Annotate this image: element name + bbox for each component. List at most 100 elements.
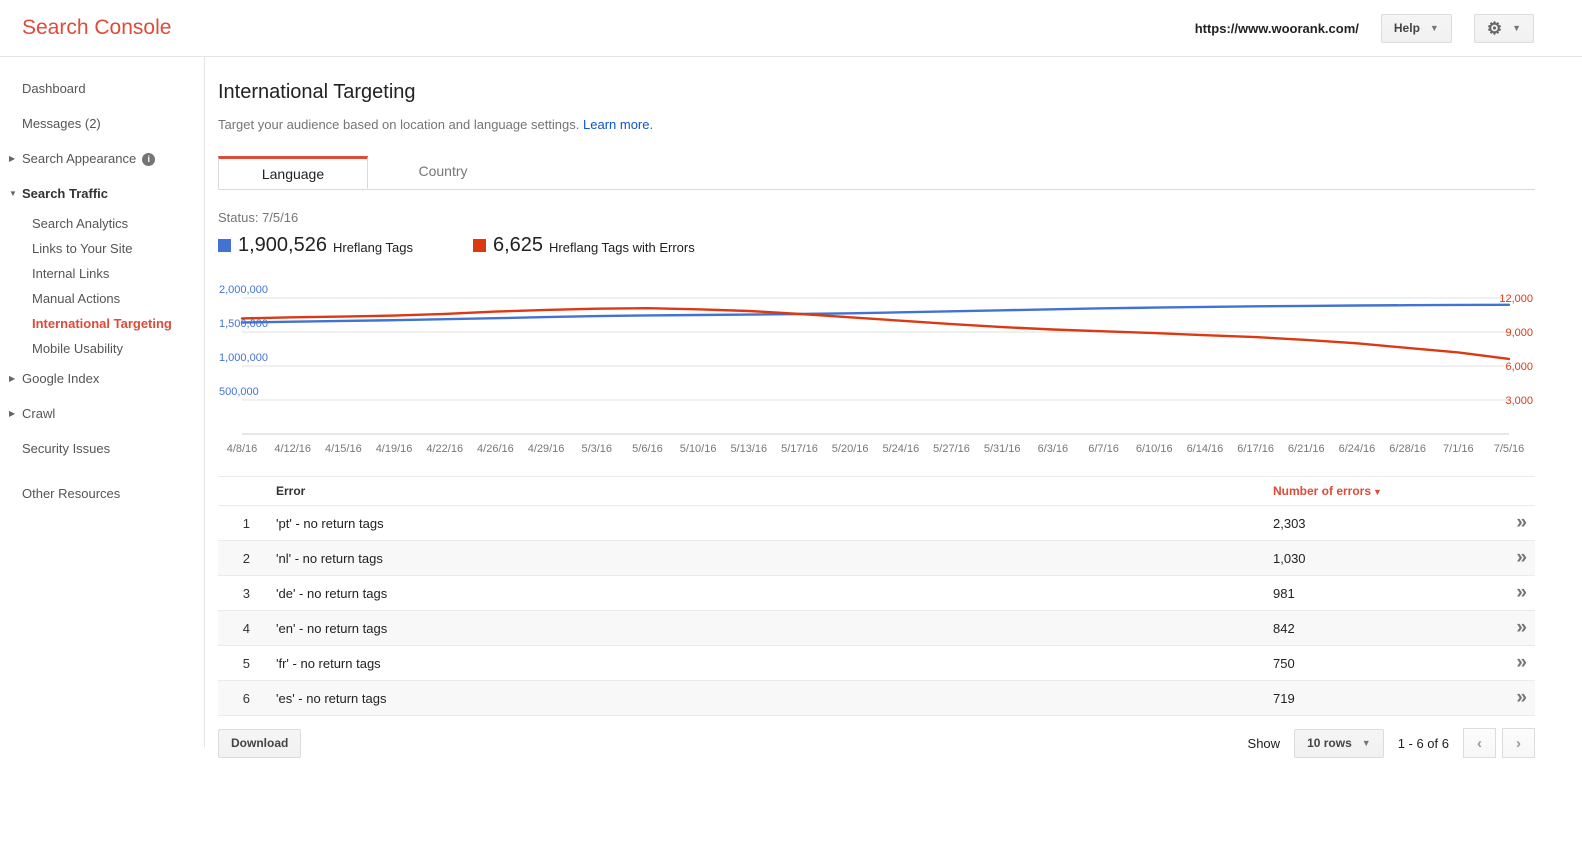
sidebar-item-internal-links[interactable]: Internal Links	[0, 261, 204, 286]
row-detail-chevron-icon[interactable]: »	[1516, 617, 1526, 638]
sidebar-item-label: International Targeting	[32, 316, 172, 331]
legend-label: Hreflang Tags	[332, 240, 413, 255]
sidebar-item-label: Google Index	[22, 371, 100, 386]
table-header-row: Error Number of errors ▼	[218, 476, 1535, 506]
x-axis-tick-label: 6/21/16	[1288, 443, 1325, 455]
sidebar-item-label: Dashboard	[22, 81, 86, 96]
row-error-count: 981	[1273, 585, 1295, 601]
x-axis-tick-label: 6/7/16	[1088, 443, 1119, 455]
pager: ‹ ›	[1463, 728, 1535, 758]
sidebar-item-mobile-usability[interactable]: Mobile Usability	[0, 336, 204, 361]
legend-value: 1,900,526	[238, 234, 327, 256]
sidebar-item-dashboard[interactable]: Dashboard	[0, 71, 204, 106]
row-error-count: 2,303	[1273, 515, 1306, 531]
row-error-label: 'nl' - no return tags	[276, 550, 383, 566]
app-logo[interactable]: Search Console	[22, 16, 171, 40]
next-page-button[interactable]: ›	[1502, 728, 1535, 758]
settings-button[interactable]: ⚙ ▼	[1473, 13, 1534, 43]
x-axis-tick-label: 5/3/16	[581, 443, 612, 455]
right-axis-tick-label: 3,000	[1505, 395, 1533, 407]
right-axis-tick-label: 9,000	[1505, 327, 1533, 339]
sidebar-item-label: Links to Your Site	[32, 241, 133, 256]
row-index: 4	[242, 620, 250, 636]
show-label: Show	[1247, 735, 1281, 751]
sidebar-item-other-resources[interactable]: Other Resources	[0, 476, 204, 511]
tab-country[interactable]: Country	[368, 156, 518, 189]
legend-label: Hreflang Tags with Errors	[549, 240, 695, 255]
tab-bar: Language Country	[218, 156, 1535, 190]
page-subtitle-text: Target your audience based on location a…	[218, 117, 580, 132]
sidebar-item-international-targeting[interactable]: International Targeting	[0, 311, 204, 336]
row-detail-chevron-icon[interactable]: »	[1516, 652, 1526, 673]
table-footer: Download Show 10 rows ▼ 1 - 6 of 6 ‹ ›	[218, 728, 1535, 758]
chevron-collapsed-icon[interactable]: ▶	[9, 409, 15, 418]
x-axis-tick-label: 6/24/16	[1339, 443, 1376, 455]
sidebar-item-label: Crawl	[22, 406, 56, 421]
sidebar-item-label: Manual Actions	[32, 291, 121, 306]
x-axis-tick-label: 4/22/16	[426, 443, 463, 455]
row-error-label: 'es' - no return tags	[276, 690, 387, 706]
row-detail-chevron-icon[interactable]: »	[1516, 582, 1526, 603]
sidebar-item-search-appearance[interactable]: ▶ Search Appearance i	[0, 141, 204, 176]
chevron-collapsed-icon[interactable]: ▶	[9, 154, 15, 163]
sidebar-item-security-issues[interactable]: Security Issues	[0, 431, 204, 466]
sidebar-item-google-index[interactable]: ▶ Google Index	[0, 361, 204, 396]
column-header-error[interactable]: Error	[258, 484, 1251, 498]
x-axis-tick-label: 4/26/16	[477, 443, 514, 455]
info-icon[interactable]: i	[142, 153, 156, 166]
pagination-controls: Show 10 rows ▼ 1 - 6 of 6 ‹ ›	[1248, 728, 1535, 758]
chevron-down-icon: ▼	[1361, 738, 1371, 748]
chart-legend: 1,900,526 Hreflang Tags 6,625 Hreflang T…	[218, 234, 1535, 257]
x-axis-tick-label: 6/10/16	[1136, 443, 1173, 455]
sidebar-item-manual-actions[interactable]: Manual Actions	[0, 286, 204, 311]
sidebar-item-crawl[interactable]: ▶ Crawl	[0, 396, 204, 431]
left-axis-tick-label: 1,500,000	[219, 318, 268, 330]
row-detail-chevron-icon[interactable]: »	[1516, 687, 1526, 708]
learn-more-link[interactable]: Learn more.	[583, 117, 653, 132]
row-error-label: 'fr' - no return tags	[276, 655, 381, 671]
sidebar-item-search-analytics[interactable]: Search Analytics	[0, 211, 204, 236]
chevron-expanded-icon[interactable]: ▼	[9, 189, 17, 198]
tab-language[interactable]: Language	[218, 156, 368, 189]
column-header-number-of-errors[interactable]: Number of errors ▼	[1251, 484, 1491, 498]
x-axis-tick-label: 4/15/16	[325, 443, 362, 455]
prev-page-button[interactable]: ‹	[1463, 728, 1496, 758]
sidebar-item-label: Mobile Usability	[32, 341, 124, 356]
legend-item-hreflang-tags: 1,900,526 Hreflang Tags	[218, 234, 413, 257]
x-axis-tick-label: 5/24/16	[882, 443, 919, 455]
row-index: 1	[242, 515, 250, 531]
header-right: https://www.woorank.com/ Help ▼ ⚙ ▼	[1195, 13, 1534, 43]
download-button[interactable]: Download	[218, 728, 302, 758]
sidebar-item-search-traffic[interactable]: ▼ Search Traffic	[0, 176, 204, 211]
legend-value: 6,625	[492, 234, 544, 256]
sidebar-item-label: Messages (2)	[22, 116, 101, 131]
x-axis-tick-label: 6/28/16	[1389, 443, 1426, 455]
x-axis-tick-label: 6/3/16	[1038, 443, 1069, 455]
row-detail-chevron-icon[interactable]: »	[1516, 547, 1526, 568]
table-row: 1 'pt' - no return tags 2,303 »	[218, 506, 1535, 541]
sidebar-item-messages-2[interactable]: Messages (2)	[0, 106, 204, 141]
x-axis-tick-label: 7/5/16	[1494, 443, 1525, 455]
sidebar-item-label: Search Traffic	[22, 186, 108, 201]
left-axis-tick-label: 500,000	[219, 386, 259, 398]
right-axis-tick-label: 6,000	[1505, 361, 1533, 373]
rows-per-page-dropdown[interactable]: 10 rows ▼	[1294, 728, 1384, 758]
chart-line-hreflang-tags-with-errors	[240, 307, 1511, 361]
legend-swatch-red	[472, 239, 486, 252]
x-axis-tick-label: 5/10/16	[680, 443, 717, 455]
row-error-label: 'en' - no return tags	[276, 620, 388, 636]
x-axis-tick-label: 5/20/16	[832, 443, 869, 455]
chevron-collapsed-icon[interactable]: ▶	[9, 374, 15, 383]
sidebar-item-links-to-your-site[interactable]: Links to Your Site	[0, 236, 204, 261]
help-button[interactable]: Help ▼	[1380, 13, 1452, 43]
page-title: International Targeting	[218, 81, 416, 103]
table-row: 4 'en' - no return tags 842 »	[218, 611, 1535, 646]
row-detail-chevron-icon[interactable]: »	[1516, 512, 1526, 533]
row-error-label: 'pt' - no return tags	[276, 515, 384, 531]
help-button-label: Help	[1393, 21, 1420, 35]
x-axis-tick-label: 6/14/16	[1187, 443, 1224, 455]
table-row: 6 'es' - no return tags 719 »	[218, 681, 1535, 716]
sort-desc-icon: ▼	[1373, 487, 1382, 497]
sidebar-item-label: Search Appearance	[22, 151, 137, 166]
sidebar-item-label: Other Resources	[22, 486, 121, 501]
